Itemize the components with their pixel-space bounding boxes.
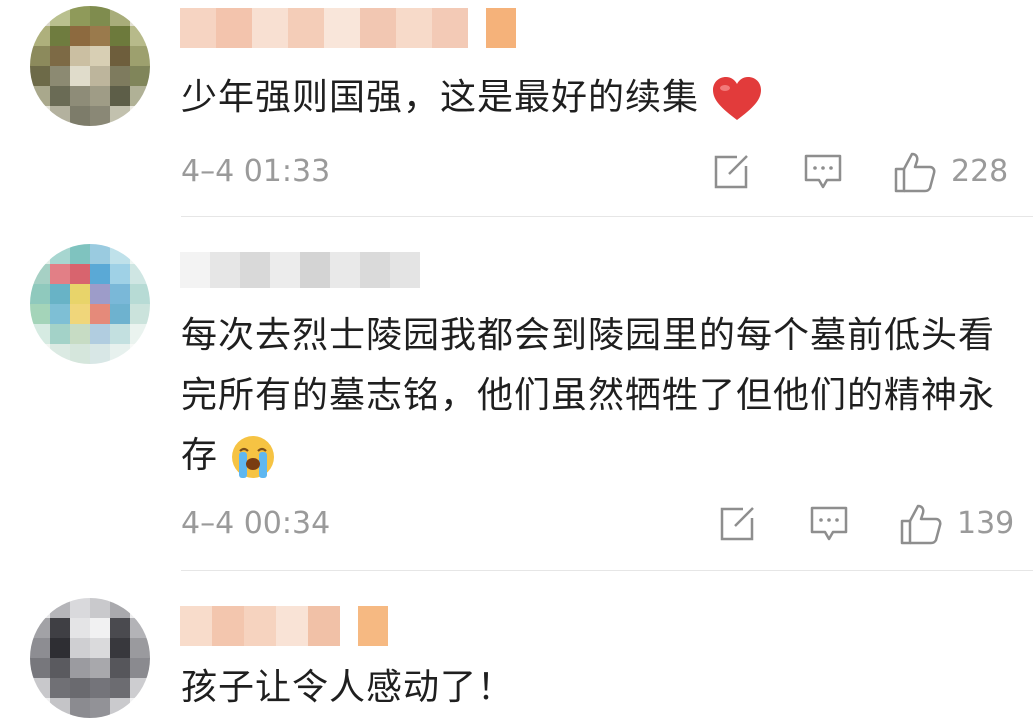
avatar[interactable] bbox=[30, 244, 150, 364]
like-button[interactable]: 139 bbox=[899, 504, 1015, 545]
avatar[interactable] bbox=[30, 598, 150, 718]
divider bbox=[181, 570, 1033, 571]
timestamp: 4–4 01:33 bbox=[181, 154, 331, 189]
username-blurred[interactable] bbox=[180, 8, 516, 48]
timestamp: 4–4 00:34 bbox=[181, 506, 331, 541]
loudly-crying-face-icon bbox=[232, 436, 275, 478]
comment-icon bbox=[810, 506, 848, 541]
share-icon bbox=[714, 155, 748, 189]
share-button[interactable] bbox=[711, 152, 751, 192]
comment-text: 孩子让令人感动了！ bbox=[181, 667, 515, 708]
comment-meta: 4–4 00:34 139 bbox=[181, 504, 1033, 545]
comment-meta: 4–4 01:33 228 bbox=[181, 152, 1033, 193]
reply-button[interactable] bbox=[803, 152, 843, 192]
share-icon bbox=[720, 507, 754, 541]
red-heart-icon bbox=[713, 77, 762, 120]
thumbs-up-icon bbox=[894, 152, 936, 193]
like-button[interactable]: 228 bbox=[893, 152, 1009, 193]
comment-icon bbox=[804, 154, 842, 189]
reply-button[interactable] bbox=[809, 504, 849, 544]
divider bbox=[181, 216, 1033, 217]
comment-text: 每次去烈士陵园我都会到陵园里的每个墓前低头看完所有的墓志铭，他们虽然牺牲了但他们… bbox=[181, 306, 1019, 486]
like-count: 139 bbox=[957, 506, 1015, 541]
like-count: 228 bbox=[951, 154, 1009, 189]
username-blurred[interactable] bbox=[180, 252, 420, 288]
comment-text: 少年强则国强，这是最好的续集 bbox=[181, 68, 1019, 128]
share-button[interactable] bbox=[717, 504, 757, 544]
username-blurred[interactable] bbox=[180, 606, 388, 646]
avatar[interactable] bbox=[30, 6, 150, 126]
thumbs-up-icon bbox=[900, 504, 942, 545]
